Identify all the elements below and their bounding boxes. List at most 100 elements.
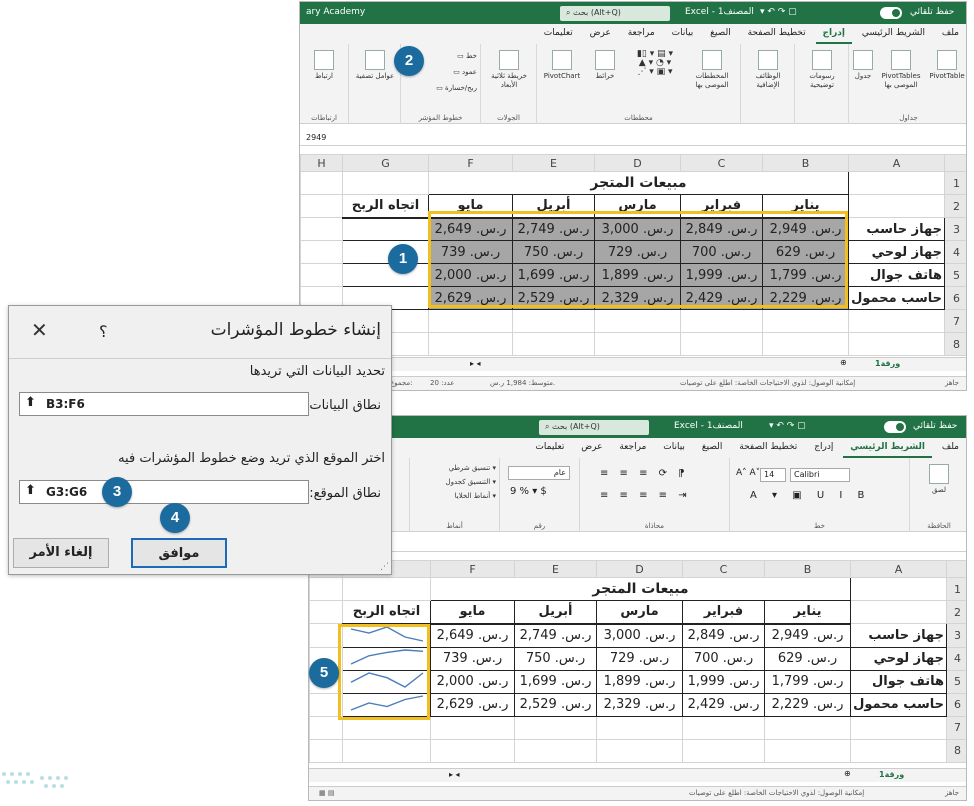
view-icons[interactable]: ▦ ▤ [319, 789, 334, 797]
value-cell[interactable]: ر.س. 2,629 [428, 286, 513, 310]
month-header-cell[interactable]: يناير [764, 600, 851, 625]
tab-file[interactable]: ملف [935, 24, 966, 42]
select-all-corner[interactable] [944, 154, 966, 172]
col-header-f[interactable]: F [430, 560, 515, 578]
tab-formulas[interactable]: الصيغ [703, 24, 738, 42]
value-cell[interactable]: ر.س. 2,749 [512, 217, 595, 241]
formula-bar[interactable]: 2949 [300, 130, 966, 146]
product-name-cell[interactable]: جهاز لوحي [848, 240, 945, 264]
cell[interactable] [309, 623, 343, 648]
value-cell[interactable]: ر.س. 700 [682, 646, 765, 671]
cell[interactable] [309, 577, 343, 601]
data-range-input[interactable]: ⬆ B3:F6 [19, 392, 309, 416]
value-cell[interactable]: ر.س. 2,229 [762, 286, 849, 310]
sparkline-cell[interactable] [342, 692, 431, 717]
cell[interactable] [300, 217, 343, 241]
value-cell[interactable]: ر.س. 629 [764, 646, 851, 671]
cell[interactable] [680, 332, 763, 356]
value-cell[interactable]: ر.س. 750 [514, 646, 597, 671]
horizontal-scrollbar[interactable]: ▸ ◂ [470, 359, 481, 368]
row-header[interactable]: 1 [946, 577, 966, 601]
cell[interactable] [848, 309, 945, 333]
resize-grip-icon[interactable]: ⋰ [380, 562, 389, 572]
sparkline-cell[interactable] [342, 217, 429, 241]
row-header[interactable]: 6 [944, 286, 966, 310]
ok-button[interactable]: موافق [131, 538, 227, 568]
value-cell[interactable]: ر.س. 2,949 [762, 217, 849, 241]
value-cell[interactable]: ر.س. 2,529 [514, 692, 597, 717]
quick-access-icons[interactable]: ▾ ↶ ↷ ▢ [760, 7, 797, 17]
search-box[interactable]: ⌕ بحث (Alt+Q) [539, 420, 649, 435]
row-header[interactable]: 2 [944, 194, 966, 218]
tab-file[interactable]: ملف [935, 438, 966, 456]
cancel-button[interactable]: إلغاء الأمر [13, 538, 109, 568]
sparkline-winloss-button[interactable]: ▭ ربح/خسارة [407, 84, 477, 93]
value-cell[interactable]: ر.س. 629 [762, 240, 849, 264]
month-header-cell[interactable]: يناير [762, 194, 849, 219]
cell[interactable] [428, 332, 513, 356]
cell[interactable] [309, 738, 343, 763]
tab-view[interactable]: عرض [583, 24, 618, 42]
collapse-dialog-icon[interactable]: ⬆ [25, 483, 36, 498]
col-header-g[interactable]: G [342, 154, 429, 172]
add-sheet-icon[interactable]: ⊕ [844, 769, 851, 778]
cell[interactable] [430, 738, 515, 763]
value-cell[interactable]: ر.س. 739 [428, 240, 513, 264]
quick-access-icons[interactable]: ▾ ↶ ↷ ▢ [769, 421, 806, 431]
sparkline-cell[interactable] [342, 623, 431, 648]
sparkline-cell[interactable] [342, 646, 431, 671]
month-header-cell[interactable]: مارس [596, 600, 683, 625]
trend-header-cell[interactable]: اتجاه الربح [342, 194, 429, 219]
illustrations-button[interactable]: رسومات توضيحية [799, 50, 845, 90]
row-header[interactable]: 4 [944, 240, 966, 264]
select-all-corner[interactable] [946, 560, 966, 578]
add-sheet-icon[interactable]: ⊕ [840, 358, 847, 367]
cell[interactable] [682, 715, 765, 740]
product-name-cell[interactable]: هاتف جوال [848, 263, 945, 287]
cell[interactable] [682, 738, 765, 763]
row-header[interactable]: 3 [944, 217, 966, 241]
value-cell[interactable]: ر.س. 2,429 [682, 692, 765, 717]
cell[interactable] [848, 194, 945, 218]
product-name-cell[interactable]: حاسب محمول [850, 692, 947, 717]
recommended-charts-button[interactable]: المخططات الموصى بها [687, 50, 737, 90]
cell[interactable] [430, 715, 515, 740]
month-header-cell[interactable]: أبريل [512, 194, 595, 219]
cell[interactable] [512, 332, 595, 356]
format-as-table-button[interactable]: التنسيق كجدول ▾ [414, 478, 496, 487]
value-cell[interactable]: ر.س. 2,000 [430, 669, 515, 694]
month-header-cell[interactable]: مايو [428, 194, 513, 219]
cell[interactable] [300, 263, 343, 287]
value-cell[interactable]: ر.س. 729 [596, 646, 683, 671]
value-cell[interactable]: ر.س. 1,999 [680, 263, 763, 287]
tab-help[interactable]: تعليمات [528, 438, 571, 456]
value-cell[interactable]: ر.س. 2,849 [682, 623, 765, 648]
tab-review[interactable]: مراجعة [612, 438, 653, 456]
value-cell[interactable]: ر.س. 2,949 [764, 623, 851, 648]
cell[interactable] [300, 194, 343, 218]
cell[interactable] [514, 738, 597, 763]
value-cell[interactable]: ر.س. 3,000 [594, 217, 681, 241]
col-header-c[interactable]: C [680, 154, 763, 172]
sparkline-cell[interactable] [342, 669, 431, 694]
cell[interactable] [680, 309, 763, 333]
3d-map-button[interactable]: خريطة ثلاثية الأبعاد [485, 50, 533, 90]
value-cell[interactable]: ر.س. 729 [594, 240, 681, 264]
product-name-cell[interactable]: جهاز حاسب [850, 623, 947, 648]
value-cell[interactable]: ر.س. 700 [680, 240, 763, 264]
chart-types-icons[interactable]: ▮▯ ▾ ▤ ▾ ▲ ▾ ◔ ▾ ⋰ ▾ ▣ ▾ [627, 50, 683, 77]
value-cell[interactable]: ر.س. 1,899 [596, 669, 683, 694]
cell[interactable] [848, 171, 945, 195]
align-top-icons[interactable]: ≡ ≡ ≡ ⟳ ⁋ [600, 468, 689, 479]
search-box[interactable]: ⌕ بحث (Alt+Q) [560, 6, 670, 21]
value-cell[interactable]: ر.س. 2,749 [514, 623, 597, 648]
value-cell[interactable]: ر.س. 1,999 [682, 669, 765, 694]
cell[interactable] [309, 692, 343, 717]
cell[interactable] [848, 332, 945, 356]
cell[interactable] [850, 600, 947, 624]
row-header[interactable]: 8 [946, 738, 966, 763]
value-cell[interactable]: ر.س. 3,000 [596, 623, 683, 648]
tab-home[interactable]: الشريط الرئيسي [843, 438, 932, 458]
col-header-f[interactable]: F [428, 154, 513, 172]
value-cell[interactable]: ر.س. 1,799 [764, 669, 851, 694]
